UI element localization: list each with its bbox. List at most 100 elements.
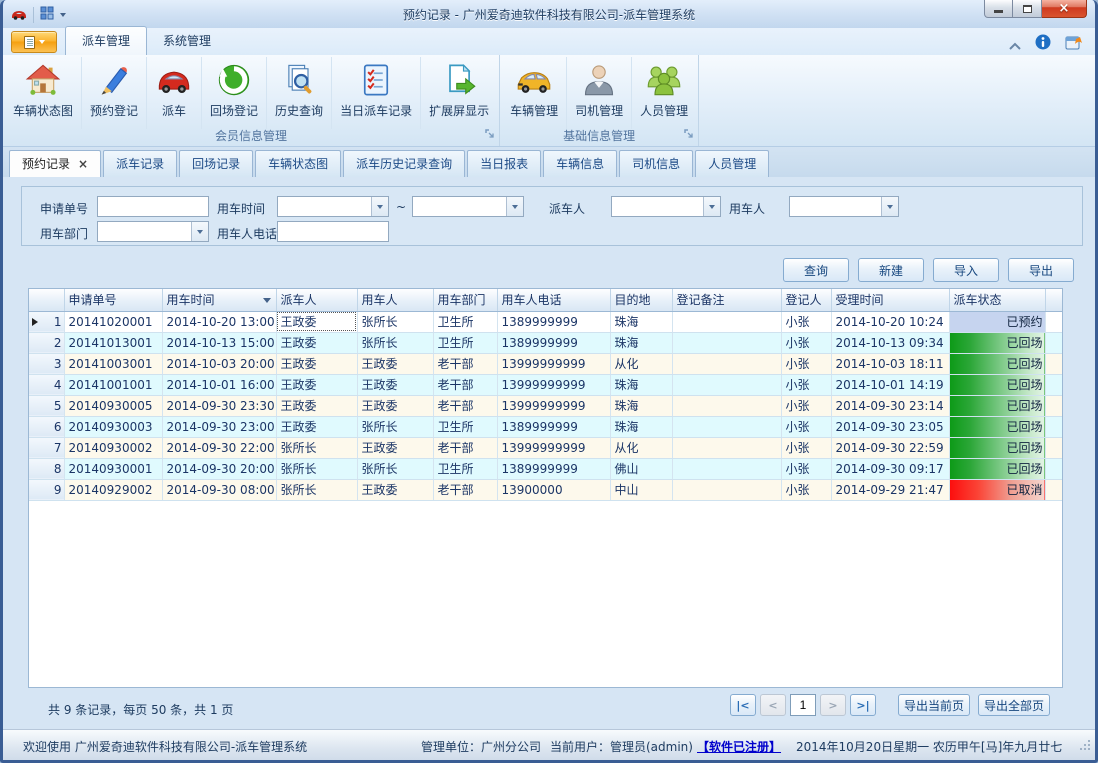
minimize-button[interactable]: [984, 0, 1013, 18]
ribbon-button-history-query[interactable]: 历史查询: [267, 57, 332, 129]
table-row[interactable]: 5201409300052014-09-30 23:30王政委王政委老干部139…: [29, 395, 1063, 416]
grid-cell[interactable]: 2014-09-30 23:00: [162, 416, 276, 437]
grid-cell[interactable]: 王政委: [357, 395, 433, 416]
grid-cell[interactable]: 卫生所: [433, 311, 497, 332]
info-icon[interactable]: [1035, 34, 1051, 54]
ribbon-tab-system[interactable]: 系统管理: [147, 27, 227, 55]
use-time-from-combo[interactable]: [277, 196, 389, 217]
column-header[interactable]: 登记备注: [672, 289, 781, 311]
close-button[interactable]: ×: [1042, 0, 1087, 18]
table-row[interactable]: 2201410130012014-10-13 15:00王政委张所长卫生所138…: [29, 332, 1063, 353]
grid-cell[interactable]: [672, 332, 781, 353]
grid-cell[interactable]: 2014-09-30 23:05: [831, 416, 949, 437]
grid-cell[interactable]: 20141003001: [64, 353, 162, 374]
ribbon-button-personnel-management[interactable]: 人员管理: [632, 57, 696, 129]
column-header[interactable]: 受理时间: [831, 289, 949, 311]
chevron-down-icon[interactable]: [506, 197, 523, 216]
grid-cell[interactable]: 20140930003: [64, 416, 162, 437]
grid-cell[interactable]: 1389999999: [497, 416, 610, 437]
table-row[interactable]: 7201409300022014-09-30 22:00张所长王政委老干部139…: [29, 437, 1063, 458]
request-no-input[interactable]: [97, 196, 209, 217]
grid-cell[interactable]: 珠海: [610, 311, 672, 332]
grid-cell[interactable]: 王政委: [357, 374, 433, 395]
grid-cell[interactable]: 20140930005: [64, 395, 162, 416]
grid-cell[interactable]: 小张: [781, 479, 831, 500]
use-time-to-combo[interactable]: [412, 196, 524, 217]
status-cell[interactable]: 已回场: [949, 332, 1045, 353]
pager-page-input[interactable]: [790, 694, 816, 716]
grid-cell[interactable]: 20140929002: [64, 479, 162, 500]
status-cell[interactable]: 已回场: [949, 395, 1045, 416]
application-menu-button[interactable]: [11, 31, 57, 53]
grid-cell[interactable]: 张所长: [357, 311, 433, 332]
grid-cell[interactable]: 老干部: [433, 353, 497, 374]
grid-cell[interactable]: 小张: [781, 458, 831, 479]
grid-cell[interactable]: 2014-09-30 22:00: [162, 437, 276, 458]
import-button[interactable]: 导入: [933, 258, 999, 282]
ribbon-button-dispatch[interactable]: 派车: [147, 57, 202, 129]
license-link[interactable]: 【软件已注册】: [697, 738, 781, 755]
style-icon[interactable]: [1065, 34, 1083, 54]
grid-cell[interactable]: 王政委: [276, 416, 357, 437]
chevron-down-icon[interactable]: [191, 222, 208, 241]
ribbon-button-vehicle-management[interactable]: 车辆管理: [502, 57, 567, 129]
status-cell[interactable]: 已回场: [949, 437, 1045, 458]
ribbon-button-vehicle-status-map[interactable]: 车辆状态图: [5, 57, 82, 129]
ribbon-button-driver-management[interactable]: 司机管理: [567, 57, 632, 129]
grid-cell[interactable]: 2014-09-30 08:00: [162, 479, 276, 500]
grid-cell[interactable]: 珠海: [610, 395, 672, 416]
grid-cell[interactable]: 珠海: [610, 374, 672, 395]
grid-cell[interactable]: 20140930001: [64, 458, 162, 479]
grid-cell[interactable]: 2014-10-13 09:34: [831, 332, 949, 353]
grid-cell[interactable]: 小张: [781, 395, 831, 416]
grid-cell[interactable]: 王政委: [276, 332, 357, 353]
maximize-button[interactable]: [1013, 0, 1042, 18]
grid-cell[interactable]: [672, 437, 781, 458]
status-cell[interactable]: 已回场: [949, 353, 1045, 374]
grid-cell[interactable]: 2014-10-03 20:00: [162, 353, 276, 374]
grid-cell[interactable]: 张所长: [357, 458, 433, 479]
doc-tab-personnel[interactable]: 人员管理: [695, 150, 769, 177]
grid-cell[interactable]: 老干部: [433, 479, 497, 500]
row-indicator[interactable]: 2: [29, 332, 64, 353]
grid-cell[interactable]: 1389999999: [497, 311, 610, 332]
grid-cell[interactable]: 13999999999: [497, 374, 610, 395]
row-indicator[interactable]: 3: [29, 353, 64, 374]
grid-cell[interactable]: [672, 479, 781, 500]
grid-cell[interactable]: 20141001001: [64, 374, 162, 395]
grid-cell[interactable]: 2014-09-30 23:30: [162, 395, 276, 416]
row-indicator[interactable]: 7: [29, 437, 64, 458]
grid-cell[interactable]: 珠海: [610, 416, 672, 437]
grid-cell[interactable]: 老干部: [433, 437, 497, 458]
table-row[interactable]: 6201409300032014-09-30 23:00王政委张所长卫生所138…: [29, 416, 1063, 437]
grid-cell[interactable]: 王政委: [357, 353, 433, 374]
doc-tab-return-records[interactable]: 回场记录: [179, 150, 253, 177]
doc-tab-daily-report[interactable]: 当日报表: [467, 150, 541, 177]
grid-cell[interactable]: 王政委: [357, 437, 433, 458]
column-header[interactable]: 目的地: [610, 289, 672, 311]
grid-cell[interactable]: 从化: [610, 353, 672, 374]
row-indicator[interactable]: 5: [29, 395, 64, 416]
export-current-page-button[interactable]: 导出当前页: [898, 694, 970, 716]
grid-cell[interactable]: [672, 395, 781, 416]
ribbon-button-extended-screen[interactable]: 扩展屏显示: [421, 57, 497, 129]
grid-cell[interactable]: 佛山: [610, 458, 672, 479]
grid-cell[interactable]: [672, 458, 781, 479]
grid-cell[interactable]: 2014-10-20 13:00: [162, 311, 276, 332]
grid-cell[interactable]: 13999999999: [497, 437, 610, 458]
grid-cell[interactable]: [672, 374, 781, 395]
row-indicator[interactable]: 9: [29, 479, 64, 500]
grid-cell[interactable]: 小张: [781, 353, 831, 374]
column-header[interactable]: 用车人电话: [497, 289, 610, 311]
grid-cell[interactable]: 小张: [781, 437, 831, 458]
grid-cell[interactable]: [672, 311, 781, 332]
grid-cell[interactable]: 中山: [610, 479, 672, 500]
grid-cell[interactable]: 2014-09-29 21:47: [831, 479, 949, 500]
grid-cell[interactable]: 13900000: [497, 479, 610, 500]
doc-tab-vehicle-status-map[interactable]: 车辆状态图: [255, 150, 341, 177]
grid-cell[interactable]: 珠海: [610, 332, 672, 353]
department-combo[interactable]: [97, 221, 209, 242]
export-button[interactable]: 导出: [1008, 258, 1074, 282]
grid-cell[interactable]: 13999999999: [497, 353, 610, 374]
grid-cell[interactable]: [672, 353, 781, 374]
